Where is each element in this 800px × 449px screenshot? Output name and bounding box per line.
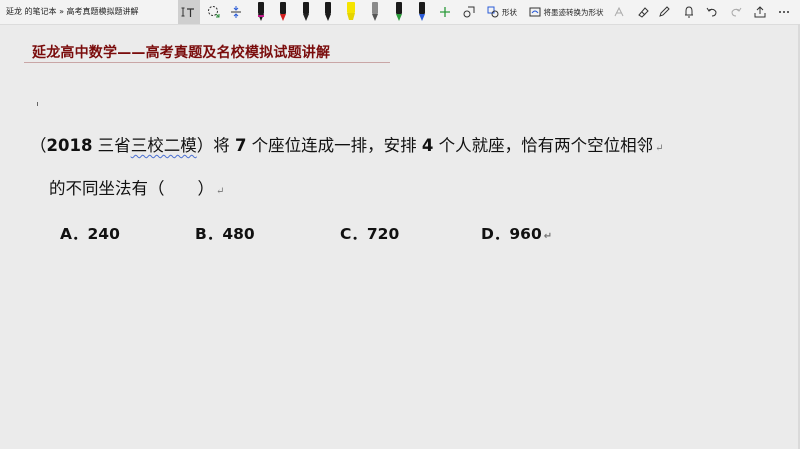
option-letter: C． — [340, 225, 367, 243]
option-letter: D． — [481, 225, 510, 243]
pen-black-icon — [258, 2, 264, 21]
question-line-1[interactable]: （2018 三省三校二模）将 7 个座位连成一排，安排 4 个人就座，恰有两个空… — [30, 132, 664, 156]
highlighter-yellow-icon — [347, 2, 355, 20]
question-text-1: 将 — [213, 136, 235, 155]
option-value: 720 — [366, 225, 400, 243]
text-cursor — [37, 102, 38, 106]
question-num-seats: 7 — [234, 136, 247, 155]
pencil-icon — [659, 6, 670, 17]
pen-black-2-icon — [325, 2, 331, 21]
ruler-icon — [463, 6, 475, 18]
pen-dark[interactable] — [297, 0, 315, 24]
undo-icon — [706, 7, 717, 17]
option-b[interactable]: B．480 — [195, 222, 255, 244]
pen-settings-button[interactable] — [654, 0, 674, 24]
question-line-2[interactable]: 的不同坐法有（ ） ↵ — [49, 175, 224, 199]
question-text-3: 个人就座，恰有两个空位相邻 — [433, 136, 654, 155]
ink-to-shape-button[interactable]: 将墨迹转换为形状 — [526, 0, 606, 24]
more-options-button[interactable] — [774, 0, 794, 24]
pen-black[interactable] — [252, 0, 270, 24]
window-title: 延龙 的笔记本 » 高考真题模拟题讲解 — [6, 7, 139, 16]
question-text-2: 个座位连成一排，安排 — [246, 136, 422, 155]
ink-to-shape-icon — [529, 7, 540, 17]
question-source-b: 三校二模 — [130, 136, 197, 155]
header-divider — [24, 62, 390, 63]
ruler-button[interactable] — [459, 0, 479, 24]
question-num-people: 4 — [421, 136, 434, 155]
option-letter: A． — [60, 225, 88, 243]
ribbon-toolbar: 延龙 的笔记本 » 高考真题模拟题讲解 形状 将墨迹转换为形状 — [0, 0, 800, 25]
option-c[interactable]: C．720 — [340, 222, 399, 244]
ink-to-shape-label: 将墨迹转换为形状 — [543, 7, 604, 17]
option-value: 960 — [509, 225, 542, 243]
paragraph-mark-icon: ↵ — [655, 143, 664, 154]
share-icon — [754, 6, 766, 18]
paragraph-mark-icon: ↵ — [543, 231, 553, 242]
lasso-select-button[interactable] — [203, 0, 225, 24]
more-icon — [779, 11, 789, 13]
pen-blue[interactable] — [413, 0, 431, 24]
pen-gray[interactable] — [366, 0, 384, 24]
question-line2-text: 的不同坐法有（ ） — [49, 179, 214, 198]
option-letter: B． — [195, 225, 223, 243]
question-close-paren: ） — [196, 136, 214, 155]
eraser-button[interactable] — [633, 0, 653, 24]
shapes-label: 形状 — [502, 7, 517, 17]
insert-space-icon — [231, 6, 241, 18]
question-source-year: 2018 — [46, 136, 93, 155]
shapes-button[interactable]: 形状 — [482, 0, 522, 24]
pen-blue-icon — [419, 2, 425, 21]
type-select-icon — [181, 7, 194, 17]
option-value: 240 — [87, 225, 120, 243]
lasso-icon — [208, 6, 220, 18]
option-value: 480 — [222, 225, 255, 243]
highlighter-yellow[interactable] — [342, 0, 360, 24]
pen-red-icon — [280, 2, 286, 21]
bell-icon — [685, 6, 693, 18]
page-header-title: 延龙高中数学——高考真题及名校模拟试题讲解 — [32, 45, 331, 61]
pen-red[interactable] — [274, 0, 292, 24]
question-source-a: 三省 — [92, 136, 131, 155]
math-icon — [614, 6, 624, 17]
question-open-paren: （ — [30, 136, 47, 155]
pen-black-2[interactable] — [319, 0, 337, 24]
ink-to-math-button[interactable] — [610, 0, 630, 24]
shapes-icon — [487, 6, 499, 18]
redo-icon — [731, 7, 742, 17]
option-d[interactable]: D．960 ↵ — [481, 222, 552, 244]
add-space-button[interactable] — [226, 0, 246, 24]
undo-button[interactable] — [702, 0, 722, 24]
notifications-button[interactable] — [679, 0, 699, 24]
eraser-icon — [638, 7, 649, 18]
option-a[interactable]: A．240 — [60, 222, 120, 244]
paragraph-mark-icon: ↵ — [216, 186, 225, 197]
type-tool-button[interactable] — [178, 0, 200, 24]
pen-dark-icon — [303, 2, 309, 21]
share-button[interactable] — [750, 0, 770, 24]
plus-icon — [440, 7, 450, 17]
pen-gray-icon — [372, 2, 378, 21]
pen-green-icon — [396, 2, 402, 21]
pen-green[interactable] — [390, 0, 408, 24]
redo-button[interactable] — [726, 0, 746, 24]
add-pen-button[interactable] — [436, 0, 454, 24]
